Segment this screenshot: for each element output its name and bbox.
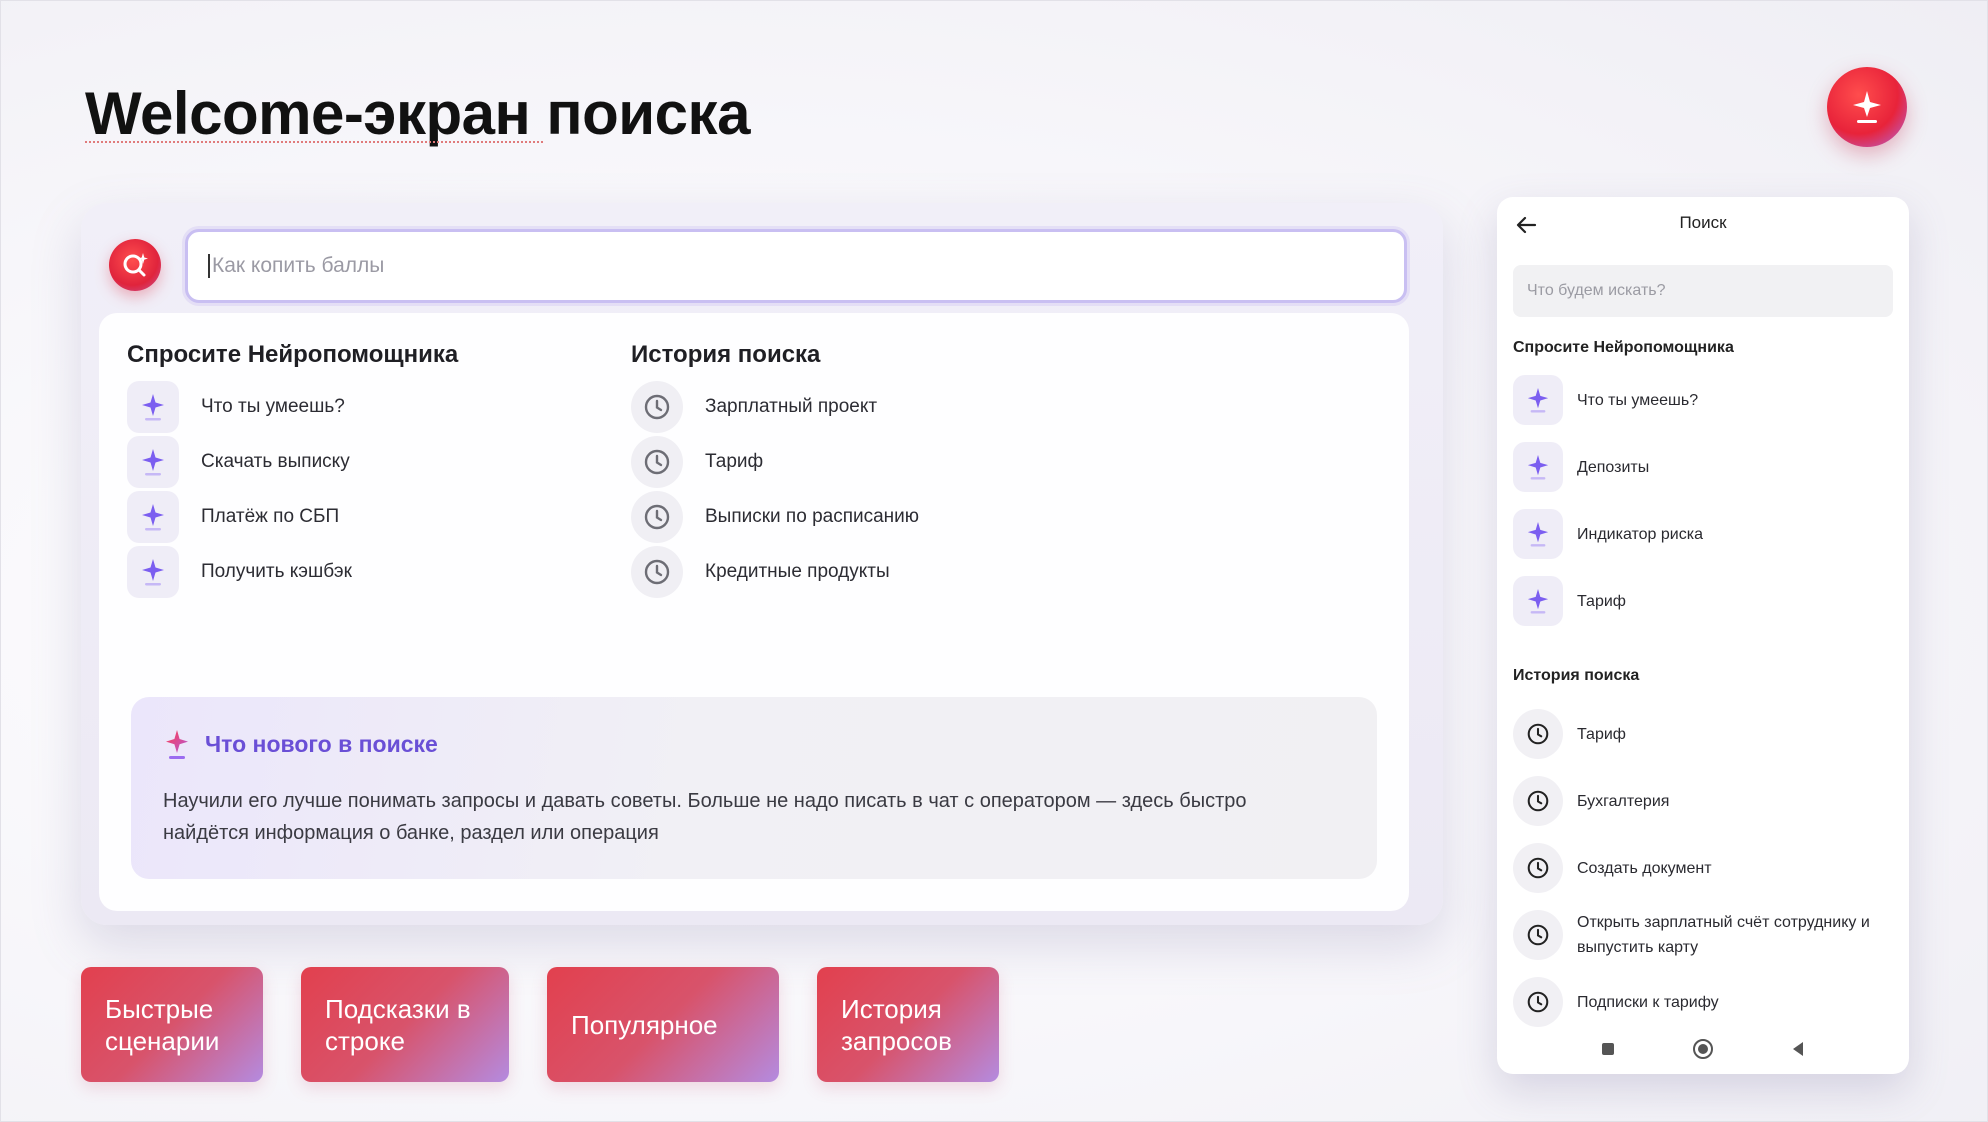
whats-new-banner: Что нового в поиске Научили его лучше по… bbox=[131, 697, 1377, 879]
mobile-search-input[interactable] bbox=[1527, 282, 1893, 300]
clock-icon bbox=[631, 436, 683, 488]
history-section-title: История поиска bbox=[631, 341, 821, 368]
mobile-history-item[interactable]: Открыть зарплатный счёт сотруднику и вып… bbox=[1513, 910, 1897, 960]
history-label: Тариф bbox=[705, 451, 764, 472]
clock-icon bbox=[631, 546, 683, 598]
mobile-title: Поиск bbox=[1679, 213, 1727, 232]
suggestion-label: Платёж по СБП bbox=[201, 506, 340, 527]
whats-new-title: Что нового в поиске bbox=[205, 731, 438, 757]
suggestions-panel: Спросите Нейропомощника История поиска Ч… bbox=[99, 313, 1409, 911]
sparkle-gradient-icon bbox=[163, 729, 191, 766]
sparkle-icon bbox=[1513, 509, 1563, 559]
history-label: Кредитные продукты bbox=[705, 561, 890, 582]
android-nav-bar bbox=[1497, 1034, 1909, 1064]
history-item[interactable]: Кредитные продукты bbox=[631, 546, 890, 598]
mobile-assistant-suggestion[interactable]: Тариф bbox=[1513, 576, 1897, 626]
suggestion-label: Получить кэшбэк bbox=[201, 561, 352, 582]
feature-tile-query-history: История запросов bbox=[817, 967, 999, 1082]
clock-icon bbox=[631, 381, 683, 433]
mobile-history-item[interactable]: Создать документ bbox=[1513, 843, 1897, 893]
history-label: Тариф bbox=[1577, 725, 1626, 743]
tile-label: История запросов bbox=[841, 993, 952, 1056]
clock-icon bbox=[1513, 977, 1563, 1027]
history-item[interactable]: Тариф bbox=[631, 436, 763, 488]
history-label: Зарплатный проект bbox=[705, 396, 878, 417]
history-label: Создать документ bbox=[1577, 859, 1712, 877]
suggestion-label: Депозиты bbox=[1577, 458, 1650, 476]
mobile-history-item[interactable]: Тариф bbox=[1513, 709, 1897, 759]
tile-label: Подсказки в строке bbox=[325, 993, 471, 1056]
tile-label: Популярное bbox=[571, 1009, 718, 1040]
suggestion-label: Индикатор риска bbox=[1577, 525, 1703, 543]
circle-home-icon[interactable] bbox=[1688, 1034, 1718, 1064]
clock-icon bbox=[1513, 776, 1563, 826]
assistant-suggestion[interactable]: Получить кэшбэк bbox=[127, 546, 352, 598]
whats-new-text: Научили его лучше понимать запросы и дав… bbox=[163, 790, 1247, 844]
mobile-history-item[interactable]: Подписки к тарифу bbox=[1513, 977, 1897, 1027]
spellcheck-underline bbox=[85, 141, 543, 143]
history-label: Подписки к тарифу bbox=[1577, 993, 1719, 1011]
suggestion-label: Тариф bbox=[1577, 592, 1626, 610]
mobile-search-field[interactable] bbox=[1513, 265, 1893, 317]
triangle-back-icon[interactable] bbox=[1783, 1034, 1813, 1064]
assistant-suggestion[interactable]: Скачать выписку bbox=[127, 436, 350, 488]
sparkle-icon bbox=[127, 436, 179, 488]
mobile-assistant-suggestion[interactable]: Депозиты bbox=[1513, 442, 1897, 492]
history-label: Бухгалтерия bbox=[1577, 792, 1670, 810]
history-label: Открыть зарплатный счёт сотруднику и вып… bbox=[1577, 914, 1870, 956]
suggestion-label: Что ты умеешь? bbox=[1577, 391, 1699, 409]
mobile-assistant-suggestion[interactable]: Индикатор риска bbox=[1513, 509, 1897, 559]
clock-icon bbox=[1513, 709, 1563, 759]
sparkle-icon bbox=[127, 546, 179, 598]
sparkle-icon bbox=[1513, 576, 1563, 626]
clock-icon bbox=[631, 491, 683, 543]
search-assistant-icon[interactable] bbox=[109, 239, 161, 291]
mobile-history-title: История поиска bbox=[1513, 667, 1640, 684]
search-input[interactable] bbox=[208, 254, 1404, 278]
sparkle-icon bbox=[127, 491, 179, 543]
search-field[interactable] bbox=[185, 229, 1407, 303]
desktop-search-card: Спросите Нейропомощника История поиска Ч… bbox=[81, 203, 1443, 925]
sparkle-icon bbox=[127, 381, 179, 433]
suggestion-label: Скачать выписку bbox=[201, 451, 350, 472]
assistant-section-title: Спросите Нейропомощника bbox=[127, 341, 459, 368]
feature-tile-inline-hints: Подсказки в строке bbox=[301, 967, 509, 1082]
mobile-search-screen: Поиск Спросите Нейропомощника Что ты уме… bbox=[1497, 197, 1909, 1074]
page-title: Welcome-экран поиска bbox=[85, 80, 750, 147]
clock-icon bbox=[1513, 843, 1563, 893]
slide: Welcome-экран поиска Спросите Нейропомощ… bbox=[0, 0, 1988, 1122]
mobile-assistant-suggestion[interactable]: Что ты умеешь? bbox=[1513, 375, 1897, 425]
tile-label: Быстрые сценарии bbox=[105, 993, 220, 1056]
sparkle-icon bbox=[1513, 442, 1563, 492]
clock-icon bbox=[1513, 910, 1563, 960]
sparkle-logo-icon bbox=[1827, 67, 1907, 147]
mobile-assistant-title: Спросите Нейропомощника bbox=[1513, 339, 1734, 356]
mobile-history-item[interactable]: Бухгалтерия bbox=[1513, 776, 1897, 826]
assistant-suggestion[interactable]: Что ты умеешь? bbox=[127, 381, 345, 433]
suggestion-label: Что ты умеешь? bbox=[201, 396, 345, 417]
assistant-suggestion[interactable]: Платёж по СБП bbox=[127, 491, 339, 543]
feature-tile-popular: Популярное bbox=[547, 967, 779, 1082]
square-recents-icon[interactable] bbox=[1593, 1034, 1623, 1064]
feature-tile-quick-scenarios: Быстрые сценарии bbox=[81, 967, 263, 1082]
history-item[interactable]: Выписки по расписанию bbox=[631, 491, 919, 543]
sparkle-icon bbox=[1513, 375, 1563, 425]
history-label: Выписки по расписанию bbox=[705, 506, 920, 527]
history-item[interactable]: Зарплатный проект bbox=[631, 381, 877, 433]
